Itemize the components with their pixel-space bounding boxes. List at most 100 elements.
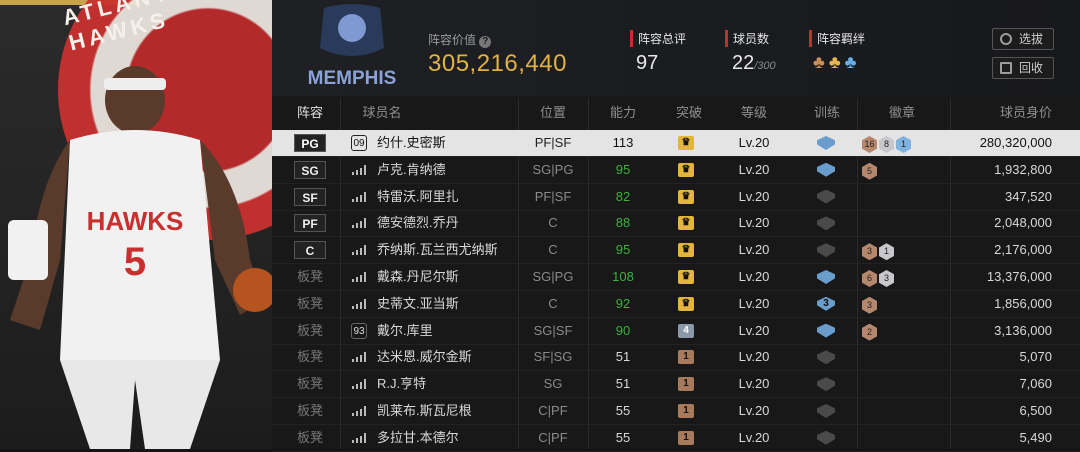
- select-button[interactable]: 选拔: [992, 28, 1054, 50]
- crown-icon: ♛: [678, 136, 694, 150]
- training-shield-icon[interactable]: [817, 404, 835, 418]
- training-shield-icon[interactable]: [817, 216, 835, 231]
- signal-bars-icon: [352, 191, 366, 202]
- badge-hex-icon: 1: [896, 136, 911, 153]
- training-shield-icon[interactable]: [817, 243, 835, 258]
- table-row[interactable]: 板凳 R.J.亨特 SG 51 1 Lv.20 7,060: [272, 371, 1080, 399]
- bench-label: 板凳: [296, 376, 323, 392]
- player-name[interactable]: 史蒂文.亚当斯: [377, 291, 459, 317]
- badge-hex-icon: 16: [862, 136, 877, 153]
- players-max: /300: [754, 60, 776, 72]
- position-slot[interactable]: SF: [294, 187, 326, 206]
- player-level: Lv.20: [738, 135, 770, 150]
- table-row[interactable]: PG 09 约什.史密斯 PF|SF 113 ♛ Lv.20 16 8 1 280,320,000: [272, 130, 1080, 157]
- crown-icon: ♛: [678, 216, 694, 231]
- training-shield-icon[interactable]: [817, 323, 835, 338]
- table-row[interactable]: 板凳 达米恩.威尔金斯 SF|SG 51 1 Lv.20 5,070: [272, 344, 1080, 372]
- rating-label: 阵容总评: [630, 30, 686, 47]
- badge-list[interactable]: 63: [862, 269, 896, 287]
- bench-label: 板凳: [296, 429, 323, 445]
- chemistry-label: 阵容羁绊: [809, 30, 865, 47]
- col-breakthrough[interactable]: 突破: [664, 98, 714, 128]
- player-level: Lv.20: [738, 242, 770, 258]
- player-level: Lv.20: [738, 269, 770, 284]
- col-ability[interactable]: 能力: [590, 98, 656, 128]
- position-slot[interactable]: PG: [294, 134, 326, 152]
- chemistry-icon: ♣: [813, 52, 829, 72]
- training-shield-icon[interactable]: [817, 136, 835, 150]
- player-position: SF|SG: [533, 349, 573, 365]
- player-salary: 1,932,800: [994, 161, 1052, 177]
- badge-list[interactable]: 31: [862, 242, 896, 261]
- col-position[interactable]: 位置: [520, 98, 586, 128]
- player-name[interactable]: 达米恩.威尔金斯: [377, 344, 472, 370]
- player-position: SG|SF: [533, 322, 573, 338]
- position-slot[interactable]: SG: [294, 160, 326, 179]
- table-row[interactable]: 板凳 93 戴尔.库里 SG|SF 90 4 Lv.20 2 3,136,000: [272, 318, 1080, 345]
- col-level[interactable]: 等级: [724, 98, 784, 128]
- training-shield-icon[interactable]: [817, 189, 835, 204]
- signal-bars-icon: [352, 218, 366, 229]
- col-salary[interactable]: 球员身价: [972, 98, 1052, 128]
- table-row[interactable]: 板凳 史蒂文.亚当斯 C 92 ♛ Lv.20 3 3 1,856,000: [272, 291, 1080, 318]
- table-row[interactable]: PF 德安德烈.乔丹 C 88 ♛ Lv.20 2,048,000: [272, 210, 1080, 238]
- training-shield-icon[interactable]: [817, 270, 835, 284]
- player-position: C: [548, 295, 558, 311]
- training-shield-icon[interactable]: 3: [817, 296, 835, 311]
- table-row[interactable]: 板凳 多拉甘.本德尔 C|PF 55 1 Lv.20 5,490: [272, 425, 1080, 452]
- signal-bars-icon: [352, 272, 366, 282]
- player-level: Lv.20: [738, 188, 770, 204]
- training-shield-icon[interactable]: [817, 377, 835, 392]
- recycle-button[interactable]: 回收: [992, 57, 1054, 79]
- player-name[interactable]: R.J.亨特: [377, 371, 426, 397]
- team-logo: MEMPHIS: [308, 4, 396, 89]
- player-position: C: [548, 215, 558, 231]
- badge-list[interactable]: 2: [862, 323, 879, 341]
- table-row[interactable]: 板凳 戴森.丹尼尔斯 SG|PG 108 ♛ Lv.20 6 3 13,376,000: [272, 264, 1080, 291]
- player-ability: 95: [615, 242, 631, 258]
- player-name[interactable]: 卢克.肯纳德: [377, 157, 446, 183]
- position-slot[interactable]: C: [294, 241, 326, 260]
- training-shield-icon[interactable]: [817, 162, 835, 177]
- col-name[interactable]: 球员名: [352, 98, 412, 128]
- table-row[interactable]: C 乔纳斯.瓦兰西尤纳斯 C 95 ♛ Lv.20 3 1 2,176,000: [272, 237, 1080, 265]
- help-icon[interactable]: ?: [479, 36, 492, 48]
- player-salary: 6,500: [1019, 403, 1052, 418]
- player-name[interactable]: 戴森.丹尼尔斯: [377, 264, 459, 290]
- table-row[interactable]: 板凳 凯莱布.斯瓦尼根 C|PF 55 1 Lv.20 6,500: [272, 398, 1080, 425]
- player-name[interactable]: 乔纳斯.瓦兰西尤纳斯: [377, 237, 498, 263]
- breakthrough-badge: 1: [678, 377, 694, 392]
- badge-list[interactable]: 16 8 1: [862, 135, 913, 153]
- player-salary: 347,520: [1005, 188, 1052, 204]
- signal-bars-icon: [352, 379, 366, 390]
- col-badges[interactable]: 徽章: [877, 98, 927, 128]
- col-training[interactable]: 训练: [802, 98, 852, 128]
- position-slot[interactable]: PF: [294, 214, 326, 233]
- crown-icon: ♛: [678, 162, 694, 177]
- badge-hex-icon: 5: [862, 162, 877, 180]
- player-name[interactable]: 德安德烈.乔丹: [377, 210, 459, 236]
- breakthrough-badge: 1: [678, 350, 694, 365]
- signal-bars-icon: [352, 298, 366, 309]
- badge-hex-icon: 2: [862, 323, 877, 341]
- badge-hex-icon: 3: [862, 296, 877, 314]
- player-ability: 55: [615, 403, 631, 418]
- crown-icon: ♛: [678, 189, 694, 204]
- breakthrough-badge: 1: [678, 430, 694, 445]
- training-shield-icon[interactable]: [817, 350, 835, 365]
- badge-list[interactable]: 5: [862, 162, 879, 180]
- training-shield-icon[interactable]: [817, 430, 835, 445]
- player-level: Lv.20: [738, 403, 770, 418]
- player-name[interactable]: 约什.史密斯: [377, 130, 446, 156]
- player-name[interactable]: 凯莱布.斯瓦尼根: [377, 398, 472, 424]
- player-ability: 108: [612, 269, 634, 284]
- chemistry-icons[interactable]: ♣♣♣: [813, 52, 860, 73]
- badge-list[interactable]: 3: [862, 296, 879, 314]
- table-row[interactable]: SF 特雷沃.阿里扎 PF|SF 82 ♛ Lv.20 347,520: [272, 184, 1080, 211]
- player-name[interactable]: 戴尔.库里: [377, 318, 433, 344]
- player-name[interactable]: 特雷沃.阿里扎: [377, 184, 459, 210]
- rating-value: 97: [636, 52, 659, 74]
- table-row[interactable]: SG 卢克.肯纳德 SG|PG 95 ♛ Lv.20 5 1,932,800: [272, 157, 1080, 184]
- player-name[interactable]: 多拉甘.本德尔: [377, 425, 459, 451]
- col-slot[interactable]: 阵容: [290, 98, 330, 128]
